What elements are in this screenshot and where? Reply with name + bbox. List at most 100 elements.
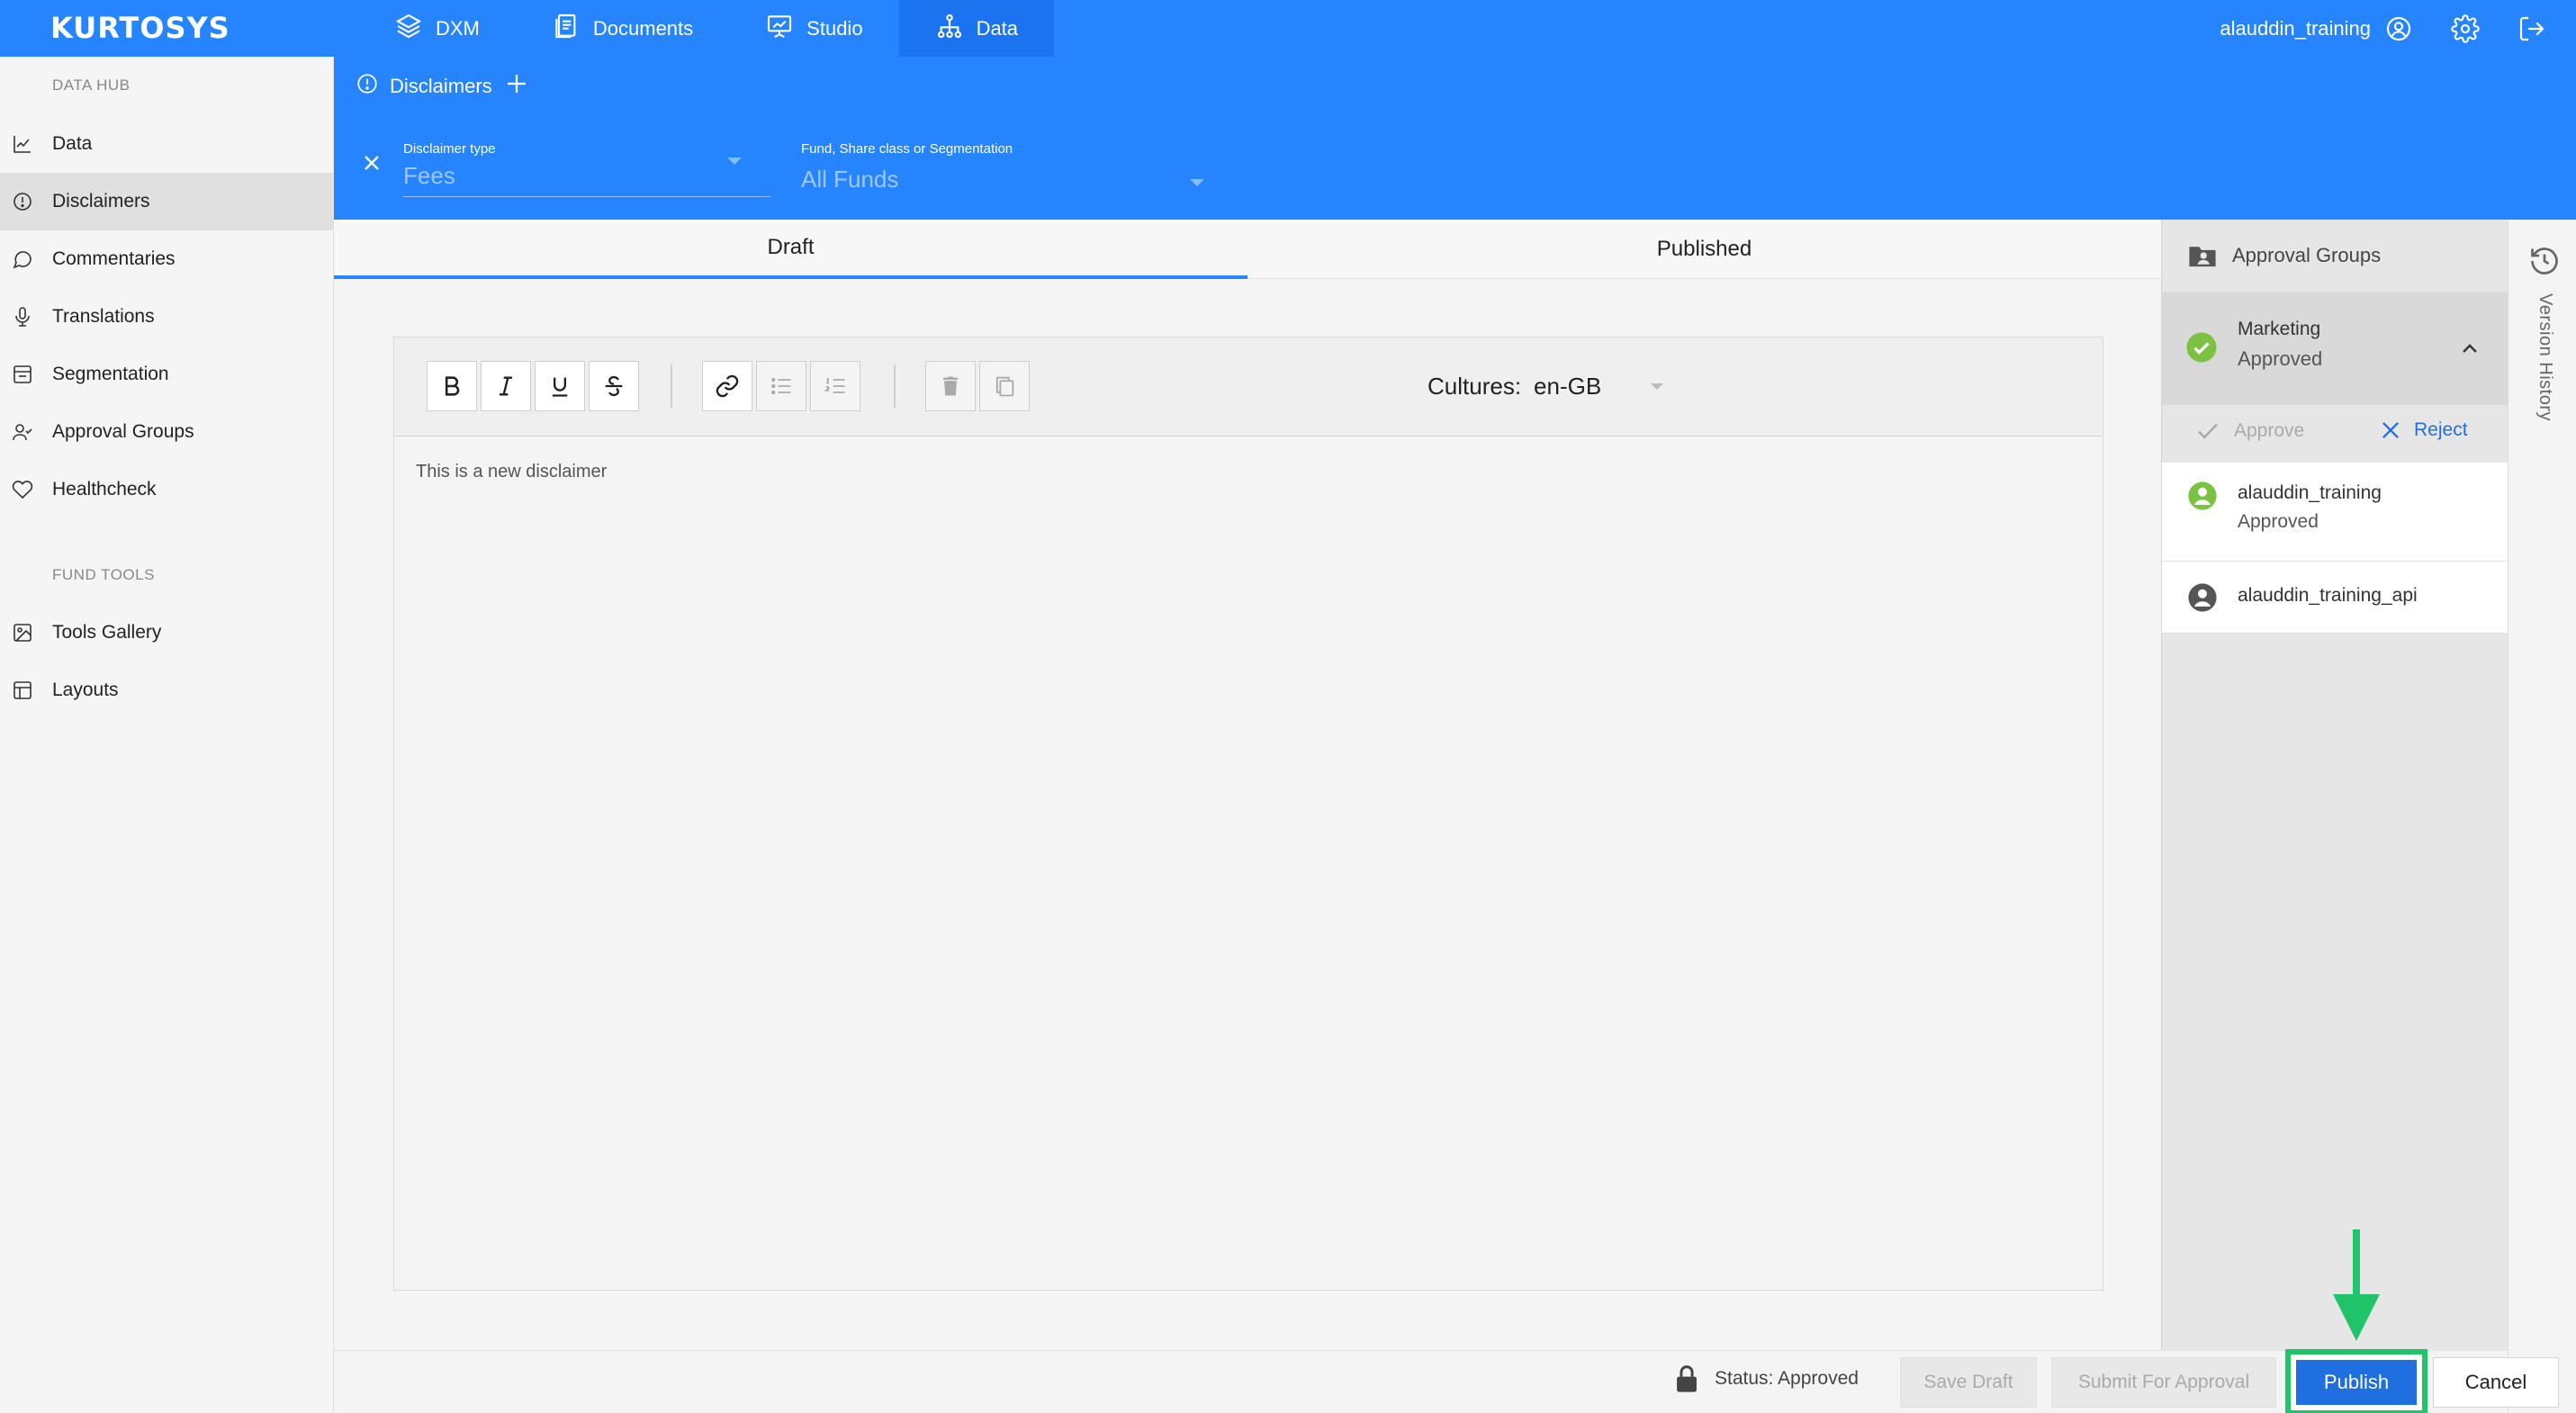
user-name[interactable]: alauddin_training bbox=[2220, 17, 2371, 40]
sidebar-item-label: Tools Gallery bbox=[52, 622, 162, 643]
bold-button[interactable] bbox=[427, 361, 477, 411]
submit-for-approval-button[interactable]: Submit For Approval bbox=[2051, 1357, 2276, 1408]
approve-label: Approve bbox=[2234, 420, 2305, 441]
save-draft-button[interactable]: Save Draft bbox=[1900, 1357, 2037, 1408]
close-icon[interactable] bbox=[359, 150, 384, 176]
documents-icon bbox=[552, 12, 581, 46]
nav-data[interactable]: Data bbox=[898, 0, 1055, 57]
link-button[interactable] bbox=[702, 361, 752, 411]
reject-button[interactable]: Reject bbox=[2378, 418, 2468, 443]
chevron-up-icon[interactable] bbox=[2459, 338, 2481, 360]
disclaimer-type-select[interactable]: Disclaimer type Fees bbox=[403, 141, 770, 197]
bulleted-list-button[interactable] bbox=[756, 361, 806, 411]
link-icon bbox=[716, 374, 739, 398]
sidebar-item-approval-groups[interactable]: Approval Groups bbox=[0, 403, 333, 461]
fund-tools-heading: FUND TOOLS bbox=[52, 566, 155, 583]
approval-actions: Approve Reject bbox=[2162, 405, 2508, 463]
chevron-down-icon bbox=[727, 158, 742, 165]
approver-row: alauddin_training_api bbox=[2162, 562, 2508, 634]
folder-user-icon bbox=[2189, 247, 2216, 267]
top-bar: KURTOSYS DXM Documents Studio Data alaud… bbox=[0, 0, 2576, 57]
close-icon bbox=[2382, 422, 2399, 438]
info-circle-icon bbox=[11, 190, 34, 213]
user-avatar-icon bbox=[2188, 482, 2217, 510]
strikethrough-button[interactable] bbox=[589, 361, 639, 411]
history-icon bbox=[2531, 248, 2558, 274]
nav-documents[interactable]: Documents bbox=[516, 0, 729, 57]
logout-icon[interactable] bbox=[2517, 14, 2547, 44]
group-status: Approved bbox=[2238, 347, 2323, 370]
trash-icon bbox=[942, 376, 959, 396]
numbered-list-button[interactable] bbox=[810, 361, 860, 411]
fund-value: All Funds bbox=[801, 166, 899, 193]
add-disclaimer-icon[interactable] bbox=[503, 70, 530, 103]
version-history-label: Version History bbox=[2535, 293, 2555, 421]
disclaimer-type-label: Disclaimer type bbox=[403, 141, 496, 157]
top-nav: DXM Documents Studio Data bbox=[358, 0, 1055, 57]
app-logo[interactable]: KURTOSYS bbox=[50, 9, 230, 47]
check-icon bbox=[2198, 423, 2218, 439]
copy-icon bbox=[995, 376, 1014, 397]
page-title-row: Disclaimers bbox=[356, 71, 530, 102]
nav-studio[interactable]: Studio bbox=[729, 0, 898, 57]
image-icon bbox=[11, 621, 34, 644]
sidebar-item-label: Approval Groups bbox=[52, 421, 194, 442]
status-text: Status: Approved bbox=[1715, 1368, 1859, 1389]
disclaimer-type-value: Fees bbox=[403, 162, 455, 189]
nav-studio-label: Studio bbox=[806, 16, 863, 40]
nav-dxm[interactable]: DXM bbox=[358, 0, 516, 57]
bulleted-list-icon bbox=[771, 377, 791, 395]
disclaimer-header: Disclaimers Disclaimer type Fees Fund, S… bbox=[334, 57, 2576, 220]
sidebar-item-segmentation[interactable]: Segmentation bbox=[0, 346, 333, 403]
sidebar-item-tools-gallery[interactable]: Tools Gallery bbox=[0, 604, 333, 662]
fund-label: Fund, Share class or Segmentation bbox=[801, 141, 1013, 157]
approval-group-marketing[interactable]: Marketing Approved bbox=[2162, 292, 2508, 405]
gear-icon[interactable] bbox=[2450, 14, 2481, 44]
tab-draft[interactable]: Draft bbox=[334, 220, 1247, 279]
tab-published[interactable]: Published bbox=[1247, 220, 2161, 279]
sidebar-item-label: Healthcheck bbox=[52, 479, 157, 500]
delete-button[interactable] bbox=[925, 361, 976, 411]
approver-name: alauddin_training_api bbox=[2238, 585, 2418, 606]
cancel-button[interactable]: Cancel bbox=[2433, 1357, 2559, 1408]
sidebar-item-disclaimers[interactable]: Disclaimers bbox=[0, 173, 333, 230]
data-hub-heading: DATA HUB bbox=[52, 76, 131, 94]
sidebar-item-label: Segmentation bbox=[52, 364, 169, 384]
cultures-select[interactable]: Cultures: en-GB bbox=[1428, 370, 1664, 402]
approver-name: alauddin_training bbox=[2238, 482, 2382, 503]
approve-button[interactable]: Approve bbox=[2194, 418, 2304, 445]
sidebar-item-healthcheck[interactable]: Healthcheck bbox=[0, 461, 333, 518]
speech-bubble-icon bbox=[11, 248, 34, 271]
sidebar-item-translations[interactable]: Translations bbox=[0, 288, 333, 346]
nav-data-label: Data bbox=[976, 16, 1019, 40]
editor-content[interactable]: This is a new disclaimer bbox=[416, 462, 607, 482]
numbered-list-icon bbox=[823, 377, 845, 393]
italic-icon bbox=[500, 376, 512, 396]
nav-documents-label: Documents bbox=[592, 16, 694, 40]
sidebar-item-layouts[interactable]: Layouts bbox=[0, 662, 333, 719]
sidebar-item-data[interactable]: Data bbox=[0, 115, 333, 173]
publish-button[interactable]: Publish bbox=[2296, 1360, 2417, 1405]
rich-text-editor: Cultures: en-GB This is a new disclaimer bbox=[393, 337, 2103, 1291]
bold-icon bbox=[445, 376, 460, 396]
top-right-controls: alauddin_training bbox=[2220, 0, 2576, 57]
underline-button[interactable] bbox=[535, 361, 585, 411]
publish-highlight: Publish bbox=[2285, 1349, 2427, 1413]
copy-button[interactable] bbox=[979, 361, 1030, 411]
group-name: Marketing bbox=[2238, 319, 2321, 339]
arrow-down-icon bbox=[2333, 1229, 2380, 1341]
user-check-icon bbox=[11, 420, 34, 444]
layers-icon bbox=[394, 12, 423, 46]
fund-select[interactable]: Fund, Share class or Segmentation All Fu… bbox=[801, 141, 1206, 194]
sidebar: DATA HUB Data Disclaimers Commentaries T… bbox=[0, 57, 334, 1413]
sidebar-item-label: Translations bbox=[52, 306, 155, 327]
italic-button[interactable] bbox=[481, 361, 531, 411]
approver-status: Approved bbox=[2238, 511, 2319, 532]
approval-groups-header: Approval Groups bbox=[2162, 220, 2508, 292]
cultures-label: Cultures: bbox=[1428, 372, 1522, 400]
main-content: Draft Published Cultures: en-GB This is … bbox=[334, 220, 2161, 1350]
version-history-rail[interactable]: Version History bbox=[2508, 220, 2576, 1413]
sidebar-item-commentaries[interactable]: Commentaries bbox=[0, 230, 333, 288]
user-circle-icon[interactable] bbox=[2383, 14, 2414, 44]
lock-icon bbox=[1677, 1365, 1697, 1392]
